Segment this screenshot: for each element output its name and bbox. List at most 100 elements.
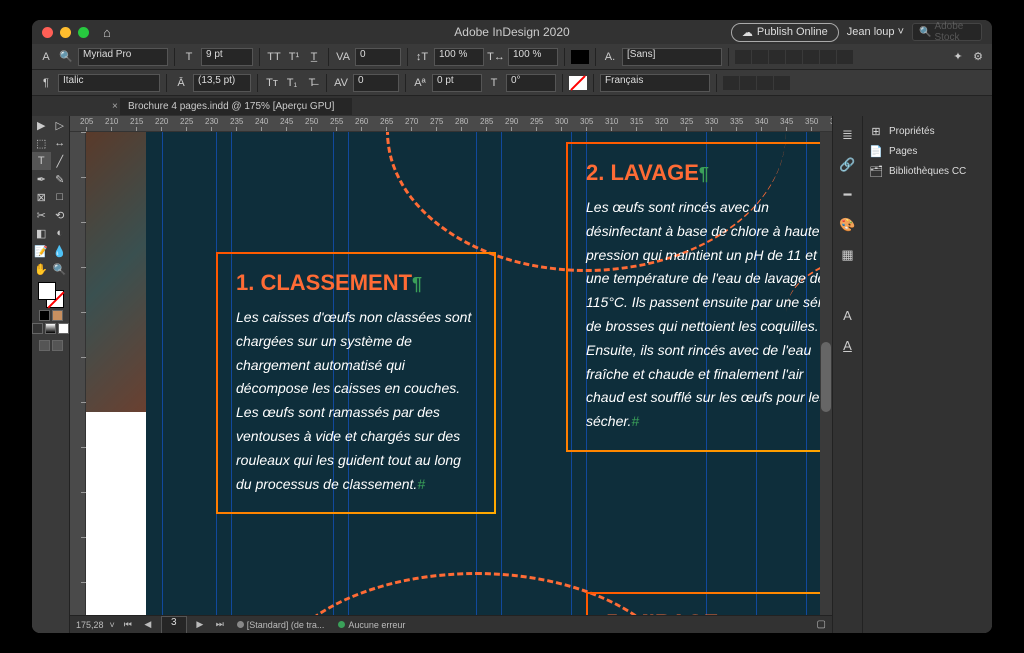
paragraph-formatting-icon[interactable]: ¶ xyxy=(38,75,54,91)
justify-right-button[interactable] xyxy=(820,50,836,64)
publish-online-button[interactable]: ☁ Publish Online xyxy=(731,23,839,42)
language-select[interactable]: Français xyxy=(600,74,710,92)
swatches-dock-icon[interactable]: ▦ xyxy=(839,246,857,264)
page-number-input[interactable]: 3 xyxy=(161,616,187,634)
first-page-button[interactable]: ⏮ xyxy=(121,619,135,630)
line-tool-icon[interactable]: ╱ xyxy=(51,152,70,170)
panel-properties[interactable]: ⊞ Propriétés xyxy=(869,124,986,138)
chevron-down-icon[interactable]: ˅ xyxy=(110,620,115,630)
minimize-window-button[interactable] xyxy=(60,27,71,38)
font-style-select[interactable]: Italic xyxy=(58,74,160,92)
tracking-input[interactable]: 0 xyxy=(355,48,401,66)
horizontal-ruler[interactable]: 2052102152202252302352402452502552602652… xyxy=(70,116,832,132)
underline-icon[interactable]: T̲ xyxy=(306,49,322,65)
page-tool-icon[interactable]: ⬚ xyxy=(32,134,51,152)
scissors-tool-icon[interactable]: ✂ xyxy=(32,206,51,224)
rectangle-tool-icon[interactable]: □ xyxy=(51,188,70,206)
vertical-ruler[interactable] xyxy=(70,132,86,615)
hand-tool-icon[interactable]: ✋ xyxy=(32,260,51,278)
document-tab[interactable]: × Brochure 4 pages.indd @ 175% [Aperçu G… xyxy=(120,98,352,115)
apply-color-icon[interactable] xyxy=(39,310,50,321)
layer-readout[interactable]: [Standard] (de tra... xyxy=(247,620,325,630)
baseline-shift-input[interactable]: 0 pt xyxy=(432,74,482,92)
next-page-button[interactable]: ▶ xyxy=(193,619,207,630)
note-tool-icon[interactable]: 📝 xyxy=(32,242,51,260)
scroll-thumb[interactable] xyxy=(821,342,831,412)
leading-input[interactable]: (13,5 pt) xyxy=(193,74,251,92)
gap-tool-icon[interactable]: ↔ xyxy=(51,134,70,152)
layers-dock-icon[interactable]: ≣ xyxy=(839,126,857,144)
bridge-icon[interactable]: ✦ xyxy=(950,49,966,65)
panel-pages[interactable]: 📄 Pages xyxy=(869,144,986,158)
valign-center-button[interactable] xyxy=(740,76,756,90)
subscript-icon[interactable]: T₁ xyxy=(284,75,300,91)
transform-tool-icon[interactable]: ⟲ xyxy=(51,206,70,224)
zoom-tool-icon[interactable]: 🔍 xyxy=(51,260,70,278)
pen-tool-icon[interactable]: ✒ xyxy=(32,170,51,188)
formatting-container-icon[interactable] xyxy=(52,310,63,321)
pencil-tool-icon[interactable]: ✎ xyxy=(51,170,70,188)
justify-left-button[interactable] xyxy=(786,50,802,64)
textframe-lavage[interactable]: 2. LAVAGE¶ Les œufs sont rincés avec un … xyxy=(566,142,832,452)
close-window-button[interactable] xyxy=(42,27,53,38)
character-styles-dock-icon[interactable]: A xyxy=(839,336,857,354)
eyedropper-tool-icon[interactable]: 💧 xyxy=(51,242,70,260)
prev-page-button[interactable]: ◀ xyxy=(141,619,155,630)
textframe-mirage[interactable]: 5. MIRAGE¶ xyxy=(586,592,832,615)
default-fill-icon[interactable] xyxy=(32,323,43,334)
document-viewport[interactable]: 1. CLASSEMENT¶ Les caisses d'œufs non cl… xyxy=(86,132,832,615)
justify-center-button[interactable] xyxy=(803,50,819,64)
skew-input[interactable]: 0° xyxy=(506,74,556,92)
vscale-input[interactable]: 100 % xyxy=(434,48,484,66)
valign-bottom-button[interactable] xyxy=(757,76,773,90)
pilcrow-icon: ¶ xyxy=(412,274,422,294)
color-dock-icon[interactable]: 🎨 xyxy=(839,216,857,234)
user-menu[interactable]: Jean loup ˅ xyxy=(847,26,904,38)
hscale-input[interactable]: 100 % xyxy=(508,48,558,66)
fill-color-swatch[interactable] xyxy=(571,50,589,64)
char-style-select[interactable]: [Sans] xyxy=(622,48,722,66)
gradient-icon[interactable] xyxy=(45,323,56,334)
selection-tool-icon[interactable]: ▶ xyxy=(32,116,51,134)
home-icon[interactable]: ⌂ xyxy=(103,25,111,40)
character-formatting-icon[interactable]: A xyxy=(38,49,54,65)
stroke-color-swatch[interactable] xyxy=(569,76,587,90)
valign-justify-button[interactable] xyxy=(774,76,790,90)
maximize-window-button[interactable] xyxy=(78,27,89,38)
valign-top-button[interactable] xyxy=(723,76,739,90)
character-dock-icon[interactable]: A xyxy=(839,306,857,324)
justify-full-button[interactable] xyxy=(837,50,853,64)
search-font-icon[interactable]: 🔍 xyxy=(58,49,74,65)
normal-view-icon[interactable] xyxy=(39,340,50,351)
font-family-select[interactable]: Myriad Pro xyxy=(78,48,168,66)
font-size-input[interactable]: 9 pt xyxy=(201,48,253,66)
superscript-icon[interactable]: T¹ xyxy=(286,49,302,65)
gradient-swatch-tool-icon[interactable]: ◧ xyxy=(32,224,51,242)
textframe-classement[interactable]: 1. CLASSEMENT¶ Les caisses d'œufs non cl… xyxy=(216,252,496,514)
vertical-scrollbar[interactable] xyxy=(820,132,832,615)
allcaps-icon[interactable]: TT xyxy=(266,49,282,65)
close-tab-icon[interactable]: × xyxy=(112,101,118,112)
resize-handle-icon[interactable]: ▢ xyxy=(817,619,826,630)
fill-stroke-swatches[interactable] xyxy=(38,282,64,308)
align-right-button[interactable] xyxy=(769,50,785,64)
last-page-button[interactable]: ⏭ xyxy=(213,619,227,630)
preflight-status[interactable]: Aucune erreur xyxy=(348,620,405,630)
tools-panel: ▶ ▷ ⬚ ↔ T ╱ ✒ ✎ ⊠ □ ✂ ⟲ ◧ ◐ 📝 💧 ✋ 🔍 xyxy=(32,116,70,633)
smallcaps-icon[interactable]: Tт xyxy=(264,75,280,91)
direct-selection-tool-icon[interactable]: ▷ xyxy=(51,116,70,134)
adobe-stock-search[interactable]: 🔍 Adobe Stock xyxy=(912,23,982,41)
preview-view-icon[interactable] xyxy=(52,340,63,351)
strikethrough-icon[interactable]: T̶ xyxy=(304,75,320,91)
none-icon[interactable] xyxy=(58,323,69,334)
stroke-dock-icon[interactable]: ━ xyxy=(839,186,857,204)
panel-cc-libraries[interactable]: 🗂 Bibliothèques CC xyxy=(869,164,986,178)
type-tool-icon[interactable]: T xyxy=(32,152,51,170)
kerning-input[interactable]: 0 xyxy=(353,74,399,92)
preferences-icon[interactable]: ⚙ xyxy=(970,49,986,65)
gradient-feather-tool-icon[interactable]: ◐ xyxy=(51,224,70,242)
links-dock-icon[interactable]: 🔗 xyxy=(839,156,857,174)
rectangle-frame-tool-icon[interactable]: ⊠ xyxy=(32,188,51,206)
align-center-button[interactable] xyxy=(752,50,768,64)
align-left-button[interactable] xyxy=(735,50,751,64)
